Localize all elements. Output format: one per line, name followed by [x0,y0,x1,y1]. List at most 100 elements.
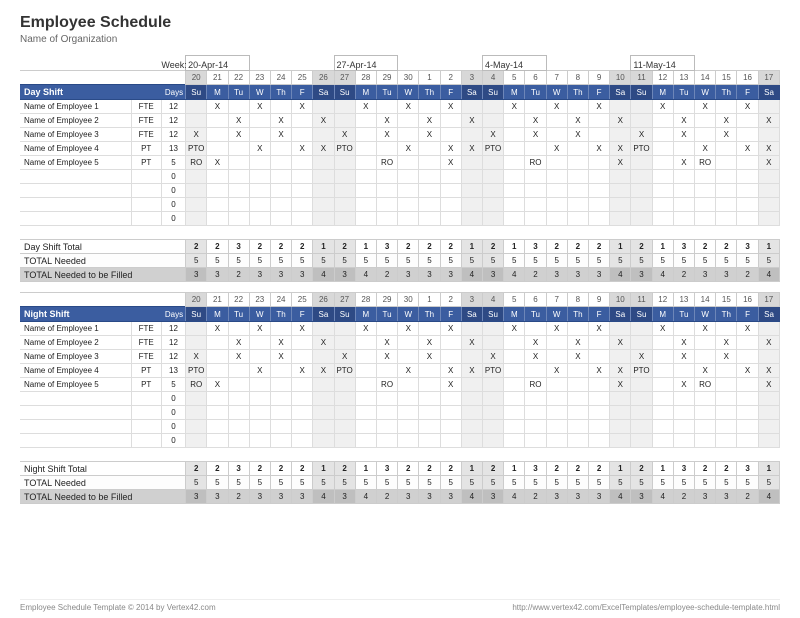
schedule-cell[interactable] [419,420,440,434]
schedule-cell[interactable]: X [758,364,779,378]
schedule-cell[interactable] [398,392,419,406]
schedule-cell[interactable] [398,420,419,434]
schedule-cell[interactable] [567,364,588,378]
schedule-cell[interactable]: X [228,336,249,350]
schedule-cell[interactable]: X [673,156,694,170]
schedule-cell[interactable] [610,128,631,142]
schedule-cell[interactable] [355,434,376,448]
schedule-cell[interactable] [228,420,249,434]
schedule-cell[interactable]: X [758,378,779,392]
schedule-cell[interactable]: X [249,142,270,156]
schedule-cell[interactable] [440,212,461,226]
schedule-cell[interactable] [482,100,503,114]
schedule-cell[interactable]: X [313,364,334,378]
employee-days[interactable]: 12 [161,114,185,128]
schedule-cell[interactable] [482,336,503,350]
schedule-cell[interactable] [292,378,313,392]
schedule-cell[interactable] [631,378,652,392]
employee-name[interactable] [20,392,131,406]
schedule-cell[interactable]: X [440,378,461,392]
schedule-cell[interactable] [716,406,737,420]
schedule-cell[interactable] [228,322,249,336]
schedule-cell[interactable]: X [376,114,397,128]
schedule-cell[interactable] [228,198,249,212]
schedule-cell[interactable]: X [546,142,567,156]
schedule-cell[interactable] [652,434,673,448]
schedule-cell[interactable] [249,170,270,184]
schedule-cell[interactable] [673,100,694,114]
schedule-cell[interactable] [504,364,525,378]
schedule-cell[interactable]: X [610,364,631,378]
schedule-cell[interactable] [631,392,652,406]
schedule-cell[interactable] [249,350,270,364]
schedule-cell[interactable] [695,350,716,364]
schedule-cell[interactable]: X [716,336,737,350]
schedule-cell[interactable] [504,114,525,128]
week-date[interactable]: 11-May-14 [631,56,695,71]
employee-type[interactable]: FTE [131,114,161,128]
employee-name[interactable]: Name of Employee 2 [20,336,131,350]
schedule-cell[interactable] [567,392,588,406]
schedule-cell[interactable] [228,364,249,378]
schedule-cell[interactable] [610,392,631,406]
schedule-cell[interactable] [695,114,716,128]
schedule-cell[interactable] [334,114,355,128]
employee-type[interactable]: PT [131,378,161,392]
schedule-cell[interactable]: X [461,114,482,128]
schedule-cell[interactable]: X [398,364,419,378]
schedule-cell[interactable] [292,128,313,142]
employee-name[interactable] [20,184,131,198]
schedule-cell[interactable] [313,128,334,142]
footer-link[interactable]: http://www.vertex42.com/ExcelTemplates/e… [512,603,780,612]
schedule-cell[interactable] [376,170,397,184]
employee-name[interactable] [20,434,131,448]
schedule-cell[interactable] [758,434,779,448]
schedule-cell[interactable] [525,184,546,198]
schedule-cell[interactable] [546,420,567,434]
schedule-cell[interactable] [249,198,270,212]
schedule-cell[interactable] [376,184,397,198]
schedule-cell[interactable] [398,114,419,128]
employee-type[interactable] [131,406,161,420]
schedule-cell[interactable]: X [334,128,355,142]
schedule-cell[interactable] [567,378,588,392]
employee-days[interactable]: 5 [161,378,185,392]
schedule-cell[interactable] [270,170,291,184]
schedule-cell[interactable] [270,100,291,114]
schedule-cell[interactable] [419,406,440,420]
schedule-cell[interactable]: X [419,336,440,350]
schedule-cell[interactable] [355,184,376,198]
schedule-cell[interactable]: X [270,114,291,128]
schedule-cell[interactable]: X [758,114,779,128]
schedule-cell[interactable] [589,406,610,420]
schedule-cell[interactable] [716,420,737,434]
schedule-cell[interactable] [398,156,419,170]
schedule-cell[interactable]: X [292,364,313,378]
schedule-cell[interactable]: PTO [186,364,207,378]
schedule-cell[interactable] [695,184,716,198]
schedule-cell[interactable]: PTO [631,142,652,156]
schedule-cell[interactable] [461,170,482,184]
schedule-cell[interactable] [716,322,737,336]
employee-type[interactable]: PT [131,156,161,170]
schedule-cell[interactable] [292,406,313,420]
schedule-cell[interactable]: X [228,128,249,142]
schedule-cell[interactable] [313,434,334,448]
schedule-cell[interactable]: X [652,322,673,336]
schedule-cell[interactable] [228,170,249,184]
schedule-cell[interactable]: X [737,364,758,378]
schedule-cell[interactable] [525,170,546,184]
schedule-cell[interactable] [419,170,440,184]
schedule-cell[interactable] [461,434,482,448]
schedule-cell[interactable] [270,392,291,406]
schedule-cell[interactable] [589,420,610,434]
schedule-cell[interactable]: X [546,322,567,336]
schedule-cell[interactable]: X [567,128,588,142]
employee-days[interactable]: 13 [161,142,185,156]
schedule-cell[interactable] [652,198,673,212]
schedule-cell[interactable]: X [398,142,419,156]
schedule-cell[interactable] [313,170,334,184]
schedule-cell[interactable] [504,198,525,212]
schedule-cell[interactable] [673,406,694,420]
schedule-cell[interactable] [398,406,419,420]
